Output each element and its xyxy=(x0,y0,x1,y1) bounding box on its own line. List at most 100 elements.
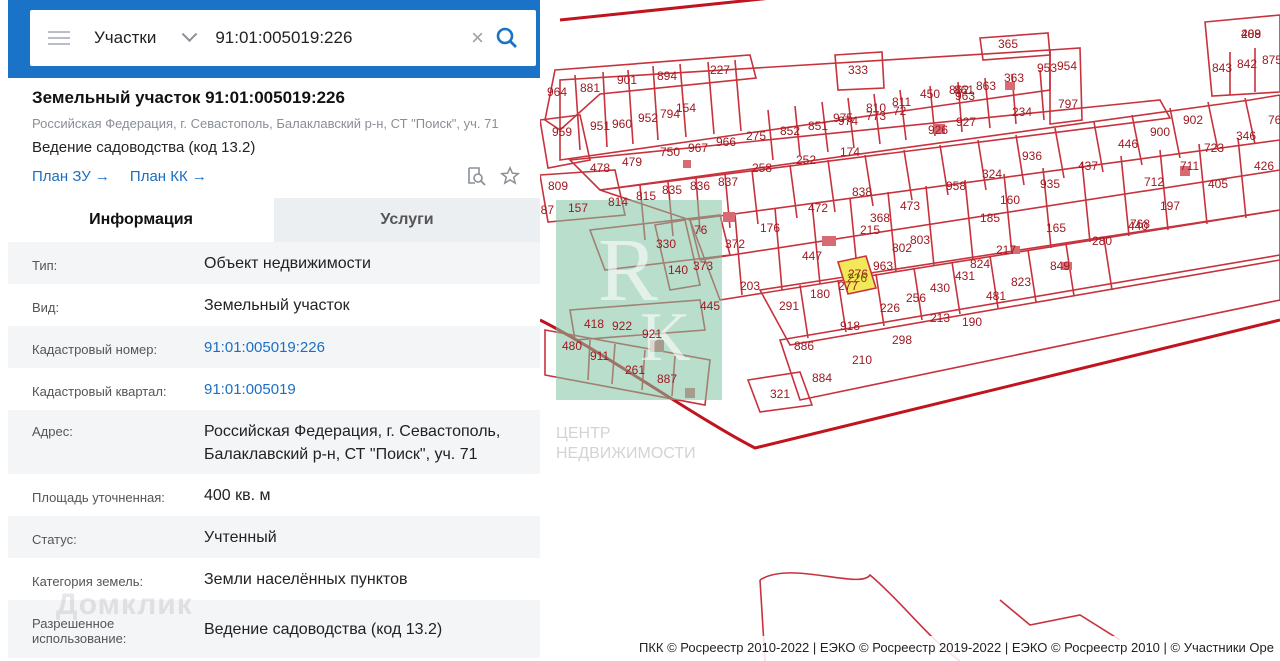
parcel-number-label: 298 xyxy=(892,333,912,347)
parcel-number-label: 346 xyxy=(1236,129,1256,143)
parcel-number-label: 291 xyxy=(779,299,799,313)
plan-kk-link[interactable]: План КК → xyxy=(130,168,207,185)
parcel-number-label: 157 xyxy=(568,201,588,215)
parcel-number-label: 405 xyxy=(1208,177,1228,191)
detail-row: Вид: Земельный участок xyxy=(8,284,540,326)
parcel-number-label: 952 xyxy=(638,111,658,125)
svg-text:НЕДВИЖИМОСТИ: НЕДВИЖИМОСТИ xyxy=(556,445,696,462)
parcel-number-label: 481 xyxy=(986,289,1006,303)
parcel-number-label: 963 xyxy=(873,259,893,273)
parcel-number-label: 814 xyxy=(608,195,628,209)
parcel-number-label: 922 xyxy=(612,319,632,333)
parcel-number-label: 803 xyxy=(910,233,930,247)
highlighted-parcel-label: 226 xyxy=(847,271,867,285)
parcel-number-label: 203 xyxy=(740,279,760,293)
parcel-number-label: 711 xyxy=(1180,159,1199,173)
parcel-number-label: 926 xyxy=(928,123,948,137)
parcel-number-label: 809 xyxy=(548,179,568,193)
cadastral-quarter-link[interactable]: 91:01:005019 xyxy=(204,378,296,401)
parcel-number-label: 227 xyxy=(710,63,730,77)
parcel-number-label: 974 xyxy=(838,114,858,128)
parcel-number-label: 373 xyxy=(693,259,713,273)
parcel-number-label: 802 xyxy=(892,241,912,255)
parcel-number-label: 333 xyxy=(848,63,868,77)
parcel-number-label: 226 xyxy=(880,301,900,315)
star-icon[interactable] xyxy=(500,166,520,186)
parcel-number-label: 927 xyxy=(956,115,976,129)
parcel-number-label: 951 xyxy=(590,119,610,133)
parcel-number-label: 234 xyxy=(1012,105,1032,119)
map-attribution: ПКК © Росреестр 2010-2022 | ЕЭКО © Росре… xyxy=(633,636,1280,661)
parcel-number-label: 215 xyxy=(860,223,880,237)
object-type-select[interactable]: Участки xyxy=(94,28,156,48)
parcel-number-label: 176 xyxy=(760,221,780,235)
detail-row: Тип: Объект недвижимости xyxy=(8,242,540,284)
parcel-number-label: 365 xyxy=(998,37,1018,51)
parcel-number-label: 473 xyxy=(900,199,920,213)
detail-row: Адрес: Российская Федерация, г. Севастоп… xyxy=(8,410,540,474)
parcel-number-label: 321 xyxy=(770,387,790,401)
parcel-number-label: 911 xyxy=(590,349,609,363)
hamburger-icon[interactable] xyxy=(48,31,70,45)
parcel-number-label: 185 xyxy=(980,211,1000,225)
parcel-number-label: 213 xyxy=(930,311,950,325)
parcel-number-label: 712 xyxy=(1144,175,1164,189)
domclick-watermark: Домклик xyxy=(56,588,193,621)
parcel-number-label: 446 xyxy=(1118,137,1138,151)
tab-info[interactable]: Информация xyxy=(8,198,274,242)
svg-text:ЦЕНТР: ЦЕНТР xyxy=(556,425,611,442)
parcel-number-label: 958 xyxy=(946,179,966,193)
plan-zu-link[interactable]: План ЗУ → xyxy=(32,168,110,185)
parcel-number-label: 894 xyxy=(657,69,677,83)
parcel-number-label: 875 xyxy=(1262,53,1280,67)
parcel-number-label: 881 xyxy=(580,81,600,95)
parcel-number-label: 174 xyxy=(840,145,860,159)
parcel-number-label: 261 xyxy=(625,363,645,377)
detail-row: Статус: Учтенный xyxy=(8,516,540,558)
parcel-number-label: 842 xyxy=(1237,57,1257,71)
parcel-number-label: 140 xyxy=(668,263,688,277)
parcel-number-label: 851 xyxy=(808,119,828,133)
parcel-number-label: 773 xyxy=(866,109,886,123)
search-icon[interactable] xyxy=(496,27,518,49)
parcel-number-label: 426 xyxy=(1254,159,1274,173)
parcel-number-label: 450 xyxy=(920,87,940,101)
parcel-number-label: 862 xyxy=(949,83,969,97)
parcel-number-label: 445 xyxy=(700,299,720,313)
parcel-number-label: 852 xyxy=(780,124,800,138)
tab-services[interactable]: Услуги xyxy=(274,198,540,242)
parcel-number-label: 959 xyxy=(552,125,572,139)
parcel-number-label: 964 xyxy=(547,85,567,99)
parcel-number-label: 324 xyxy=(982,167,1002,181)
parcel-number-label: 363 xyxy=(1004,71,1024,85)
parcel-number-label: 217 xyxy=(996,243,1016,257)
parcel-number-label: 921 xyxy=(642,327,662,341)
close-icon[interactable]: × xyxy=(471,25,484,51)
parcel-number-label: 165 xyxy=(1046,221,1066,235)
parcel-number-label: 437 xyxy=(1078,159,1098,173)
parcel-number-label: 479 xyxy=(622,155,642,169)
parcel-number-label: 900 xyxy=(1150,125,1170,139)
parcel-number-label: 252 xyxy=(796,153,816,167)
parcel-number-label: 330 xyxy=(656,237,676,251)
parcel-number-label: 902 xyxy=(1183,113,1203,127)
search-input[interactable]: 91:01:005019:226 xyxy=(215,28,471,48)
parcel-number-label: 815 xyxy=(636,189,656,203)
parcel-use: Ведение садоводства (код 13.2) xyxy=(32,139,256,156)
parcel-number-label: 823 xyxy=(1011,275,1031,289)
parcel-number-label: 431 xyxy=(955,269,975,283)
parcel-number-label: 418 xyxy=(584,317,604,331)
zoom-to-object-icon[interactable] xyxy=(466,166,486,186)
parcel-number-label: 256 xyxy=(906,291,926,305)
parcel-number-label: 966 xyxy=(716,135,736,149)
chevron-down-icon[interactable] xyxy=(182,25,198,42)
parcel-number-label: 835 xyxy=(662,183,682,197)
parcel-number-label: 954 xyxy=(1057,59,1077,73)
parcel-number-label: 967 xyxy=(688,141,708,155)
cadastral-number-link[interactable]: 91:01:005019:226 xyxy=(204,336,325,359)
parcel-number-label: 936 xyxy=(1022,149,1042,163)
parcel-number-label: 886 xyxy=(794,339,814,353)
parcel-number-label: 887 xyxy=(657,372,677,386)
parcel-title: Земельный участок 91:01:005019:226 xyxy=(32,88,345,107)
parcel-number-label: 190 xyxy=(962,315,982,329)
